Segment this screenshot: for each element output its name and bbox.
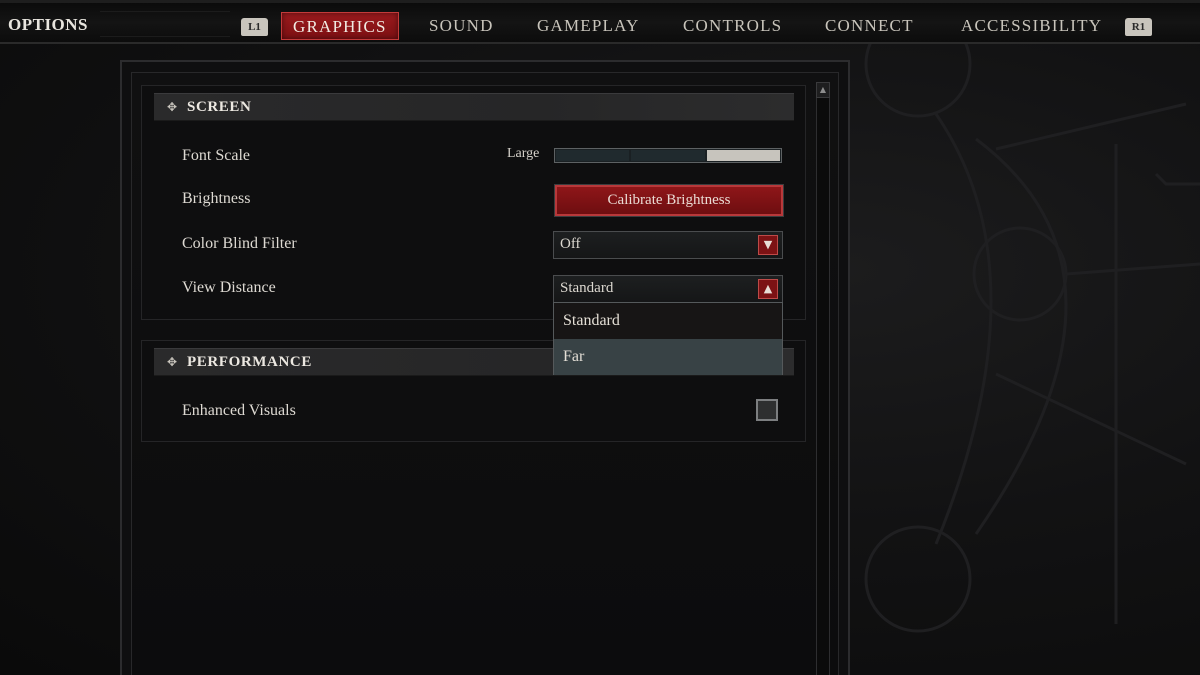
option-standard[interactable]: Standard bbox=[554, 303, 782, 339]
option-far[interactable]: Far bbox=[554, 339, 782, 375]
tab-graphics[interactable]: GRAPHICS bbox=[281, 12, 399, 40]
decorative-rune-circle bbox=[864, 44, 1200, 633]
tab-connect[interactable]: CONNECT bbox=[825, 12, 914, 40]
enhanced-visuals-checkbox[interactable] bbox=[756, 399, 778, 421]
r1-bumper-hint[interactable]: R1 bbox=[1125, 18, 1152, 36]
section-marker-icon: ✥ bbox=[167, 355, 178, 369]
scrollbar[interactable] bbox=[816, 82, 830, 675]
view-distance-label: View Distance bbox=[182, 279, 276, 296]
scroll-up-icon[interactable]: ▲ bbox=[816, 82, 830, 98]
color-blind-filter-value: Off bbox=[560, 236, 581, 252]
tab-accessibility[interactable]: ACCESSIBILITY bbox=[961, 12, 1102, 40]
font-scale-segment-selected[interactable] bbox=[706, 150, 780, 161]
font-scale-slider[interactable] bbox=[554, 148, 782, 163]
chevron-down-icon[interactable]: ▼ bbox=[758, 235, 778, 255]
color-blind-filter-dropdown[interactable]: Off ▼ bbox=[553, 231, 783, 259]
enhanced-visuals-label: Enhanced Visuals bbox=[182, 402, 296, 419]
section-title: PERFORMANCE bbox=[187, 354, 312, 370]
view-distance-options-list: Standard Far bbox=[553, 302, 783, 375]
font-scale-label: Font Scale bbox=[182, 147, 250, 164]
font-scale-segment[interactable] bbox=[631, 150, 705, 161]
view-distance-value: Standard bbox=[560, 280, 614, 296]
screen-section-header: ✥ SCREEN bbox=[154, 93, 794, 121]
tab-controls[interactable]: CONTROLS bbox=[683, 12, 782, 40]
top-navigation-bar: OPTIONS L1 GRAPHICS SOUND GAMEPLAY CONTR… bbox=[0, 0, 1200, 44]
view-distance-dropdown[interactable]: Standard ▲ bbox=[553, 275, 783, 303]
color-blind-filter-label: Color Blind Filter bbox=[182, 235, 297, 252]
options-title: OPTIONS bbox=[8, 15, 89, 34]
ornament-divider bbox=[100, 11, 230, 37]
font-scale-value: Large bbox=[507, 146, 540, 161]
section-marker-icon: ✥ bbox=[167, 100, 178, 114]
font-scale-segment[interactable] bbox=[556, 150, 630, 161]
tab-sound[interactable]: SOUND bbox=[429, 12, 494, 40]
calibrate-brightness-button[interactable]: Calibrate Brightness bbox=[554, 184, 784, 217]
section-title: SCREEN bbox=[187, 99, 252, 115]
chevron-up-icon[interactable]: ▲ bbox=[758, 279, 778, 299]
l1-bumper-hint[interactable]: L1 bbox=[241, 18, 268, 36]
brightness-label: Brightness bbox=[182, 190, 251, 207]
tab-gameplay[interactable]: GAMEPLAY bbox=[537, 12, 640, 40]
